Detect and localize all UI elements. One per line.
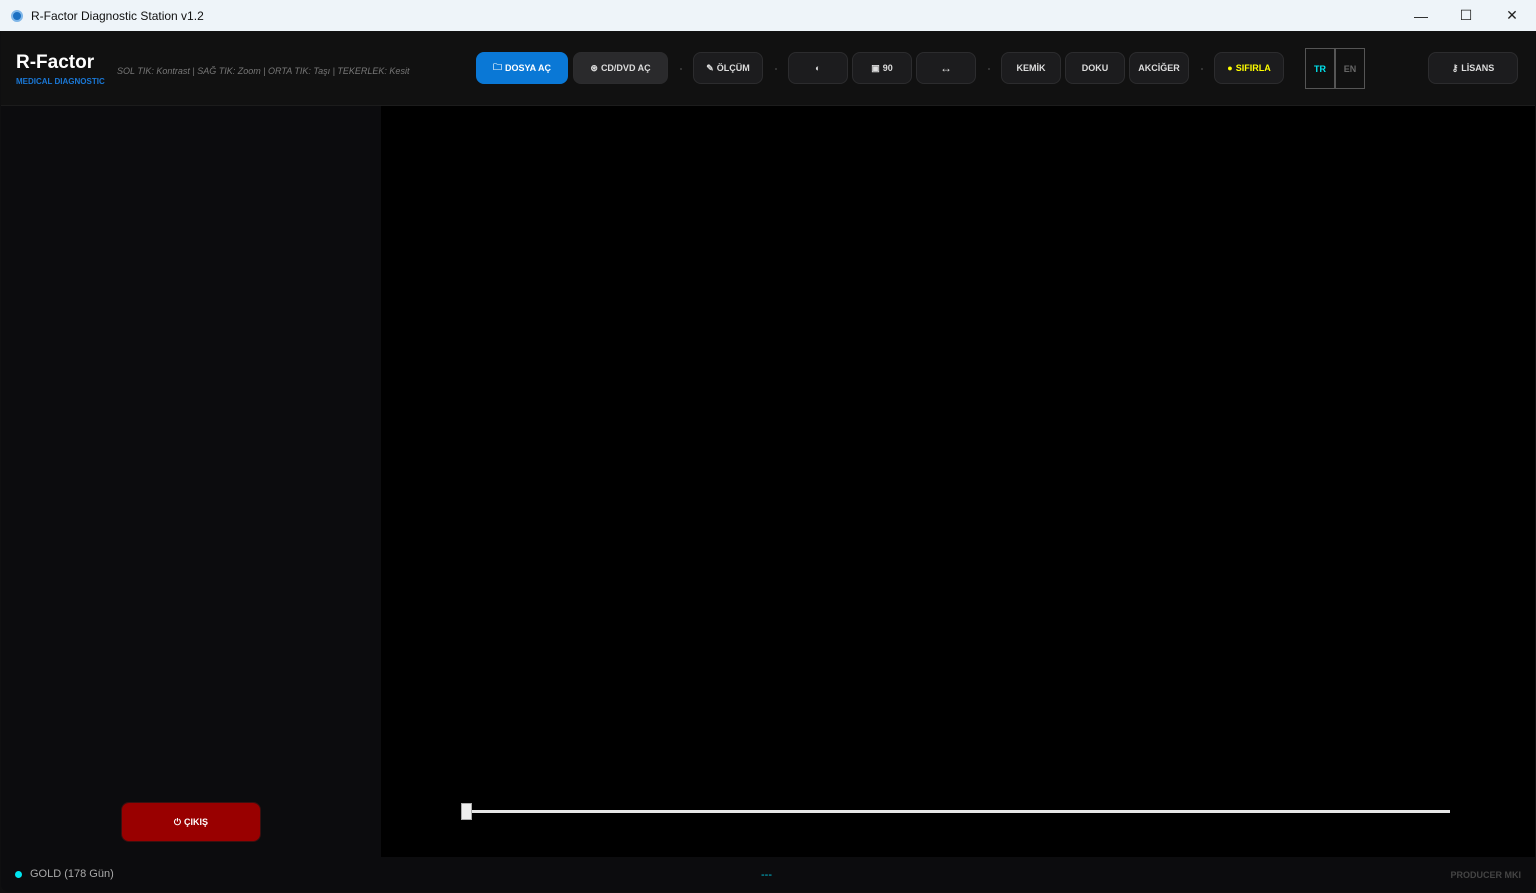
app-icon	[11, 9, 23, 22]
open-file-button[interactable]: 🗀 DOSYA AÇ	[476, 52, 568, 84]
separator	[988, 68, 990, 70]
separator	[1201, 68, 1203, 70]
producer-label: PRODUCER MKI	[1450, 870, 1521, 880]
open-cd-label: CD/DVD AÇ	[600, 63, 651, 73]
disc-icon: ⊛	[590, 62, 598, 73]
open-file-label: DOSYA AÇ	[505, 63, 552, 73]
rotate-label: 90	[882, 63, 893, 73]
separator	[775, 68, 777, 70]
flip-button[interactable]: ↔	[916, 52, 976, 84]
power-icon: ⏻	[173, 816, 182, 827]
invert-button[interactable]: ◐	[788, 52, 848, 84]
preset-tissue-button[interactable]: DOKU	[1065, 52, 1125, 84]
title-bar: R-Factor Diagnostic Station v1.2 — ☐ ✕	[0, 0, 1536, 31]
license-status: GOLD (178 Gün)	[30, 868, 114, 880]
sidebar	[1, 106, 381, 857]
brand-subtitle: MEDICAL DIAGNOSTIC	[16, 77, 105, 86]
lang-en-button[interactable]: EN	[1335, 48, 1365, 89]
maximize-button[interactable]: ☐	[1443, 0, 1489, 31]
brand-logo: R-Factor	[16, 52, 95, 73]
image-viewer[interactable]	[381, 106, 1535, 857]
minimize-button[interactable]: —	[1398, 0, 1444, 31]
license-status-dot	[15, 871, 22, 878]
flip-icon: ↔	[940, 61, 952, 75]
slice-slider-track[interactable]	[466, 810, 1450, 813]
window-title: R-Factor Diagnostic Station v1.2	[31, 8, 204, 23]
preset-lung-button[interactable]: AKCİĞER	[1129, 52, 1189, 84]
close-button[interactable]: ✕	[1489, 0, 1535, 31]
status-bar: GOLD (178 Gün) --- PRODUCER MKI	[1, 857, 1535, 892]
open-cd-button[interactable]: ⊛ CD/DVD AÇ	[573, 52, 668, 84]
exit-button[interactable]: ⏻ ÇIKIŞ	[121, 802, 261, 842]
license-button[interactable]: ⚷ LİSANS	[1428, 52, 1518, 84]
ruler-icon: ✎	[706, 62, 714, 73]
invert-icon: ◐	[815, 63, 821, 73]
reset-icon: ●	[1227, 63, 1233, 73]
measure-label: ÖLÇÜM	[716, 63, 750, 73]
preset-bone-button[interactable]: KEMİK	[1001, 52, 1061, 84]
lang-tr-button[interactable]: TR	[1305, 48, 1335, 89]
separator	[680, 68, 682, 70]
rotate-button[interactable]: ▣ 90	[852, 52, 912, 84]
key-icon: ⚷	[1451, 62, 1459, 73]
license-label: LİSANS	[1461, 63, 1495, 73]
reset-label: SIFIRLA	[1235, 63, 1271, 73]
folder-icon: 🗀	[492, 62, 502, 72]
slice-slider-thumb[interactable]	[461, 803, 472, 820]
measure-button[interactable]: ✎ ÖLÇÜM	[693, 52, 763, 84]
reset-button[interactable]: ● SIFIRLA	[1214, 52, 1284, 84]
rotate-icon: ▣	[871, 62, 880, 73]
toolbar: R-Factor MEDICAL DIAGNOSTIC SOL TIK: Kon…	[1, 31, 1535, 106]
mouse-hint: SOL TIK: Kontrast | SAĞ TIK: Zoom | ORTA…	[117, 66, 410, 76]
status-info: ---	[761, 869, 772, 881]
exit-label: ÇIKIŞ	[184, 817, 209, 827]
